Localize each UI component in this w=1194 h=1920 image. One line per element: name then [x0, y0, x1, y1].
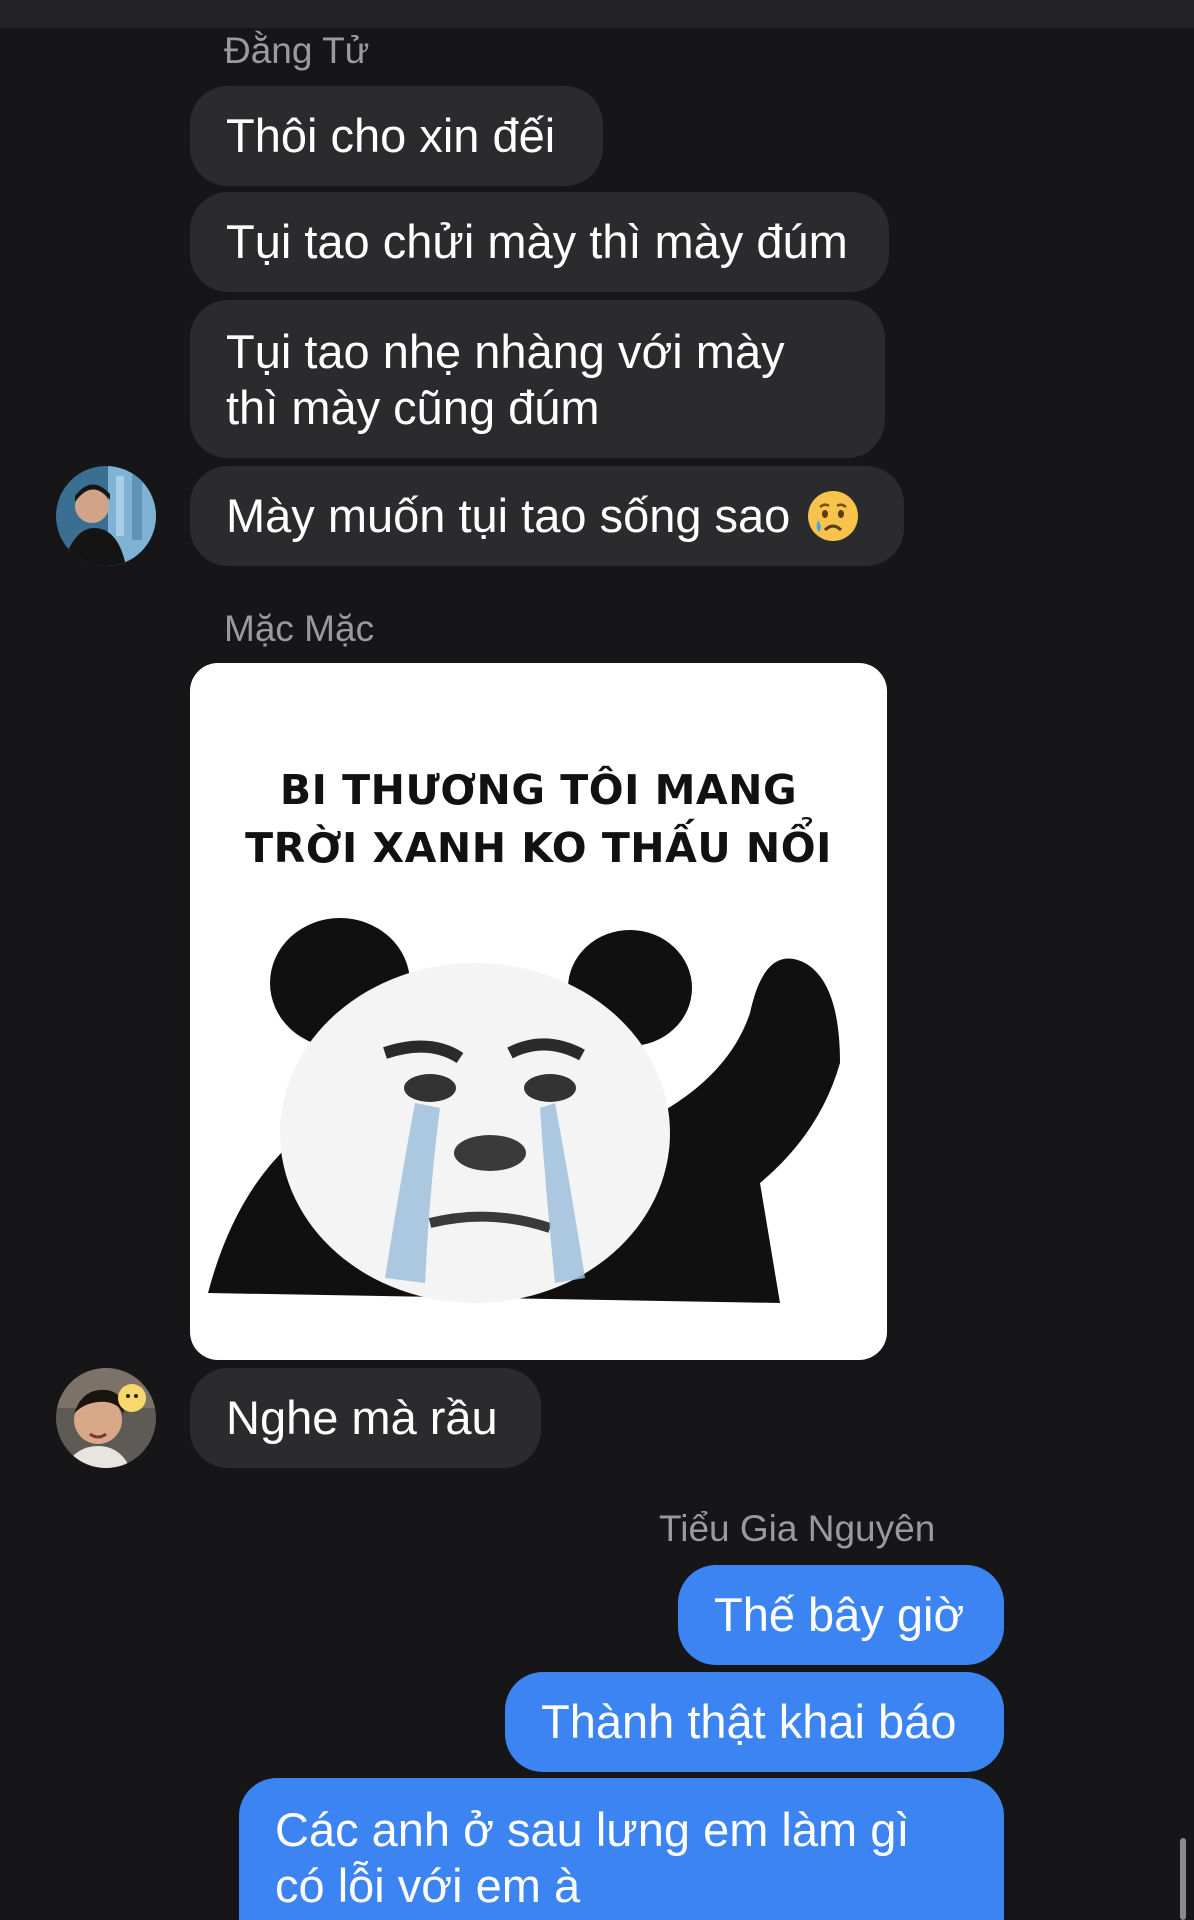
message-text: Tụi tao nhẹ nhàng với mày thì mày cũng đ…: [226, 325, 785, 434]
message-bubble[interactable]: Thôi cho xin đếi: [190, 86, 603, 186]
message-bubble[interactable]: Tụi tao chửi mày thì mày đúm: [190, 192, 889, 292]
message-text: Thôi cho xin đếi: [226, 109, 556, 162]
sender-name-mac-mac: Mặc Mặc: [224, 608, 375, 649]
crying-panda-illustration: [208, 918, 840, 1303]
top-bar: [0, 0, 1194, 28]
avatar-dang-tu[interactable]: [56, 466, 156, 566]
message-text: Các anh ở sau lưng em làm gì có lỗi với …: [275, 1803, 910, 1912]
message-text: Nghe mà rầu: [226, 1391, 498, 1444]
crying-face-icon: [806, 489, 860, 543]
scrollbar-thumb[interactable]: [1180, 1838, 1186, 1920]
avatar-mac-mac[interactable]: [56, 1368, 156, 1468]
sender-name-dang-tu: Đằng Tử: [224, 30, 370, 71]
message-bubble[interactable]: Mày muốn tụi tao sống sao: [190, 466, 904, 566]
outgoing-message-bubble[interactable]: Thành thật khai báo: [505, 1672, 1004, 1772]
outgoing-message-bubble[interactable]: Thế bây giờ: [678, 1565, 1004, 1665]
message-text: Mày muốn tụi tao sống sao: [226, 489, 791, 542]
message-bubble[interactable]: Nghe mà rầu: [190, 1368, 541, 1468]
message-text: Thành thật khai báo: [541, 1695, 957, 1748]
message-text: Tụi tao chửi mày thì mày đúm: [226, 215, 848, 268]
message-bubble[interactable]: Tụi tao nhẹ nhàng với mày thì mày cũng đ…: [190, 300, 885, 458]
message-text: Thế bây giờ: [714, 1588, 965, 1641]
sticker-image[interactable]: BI THƯƠNG TÔI MANG TRỜI XANH KO THẤU NỔI: [190, 663, 887, 1360]
sender-name-tieu-gia-nguyen: Tiểu Gia Nguyên: [659, 1508, 936, 1549]
outgoing-message-bubble[interactable]: Các anh ở sau lưng em làm gì có lỗi với …: [239, 1778, 1004, 1920]
